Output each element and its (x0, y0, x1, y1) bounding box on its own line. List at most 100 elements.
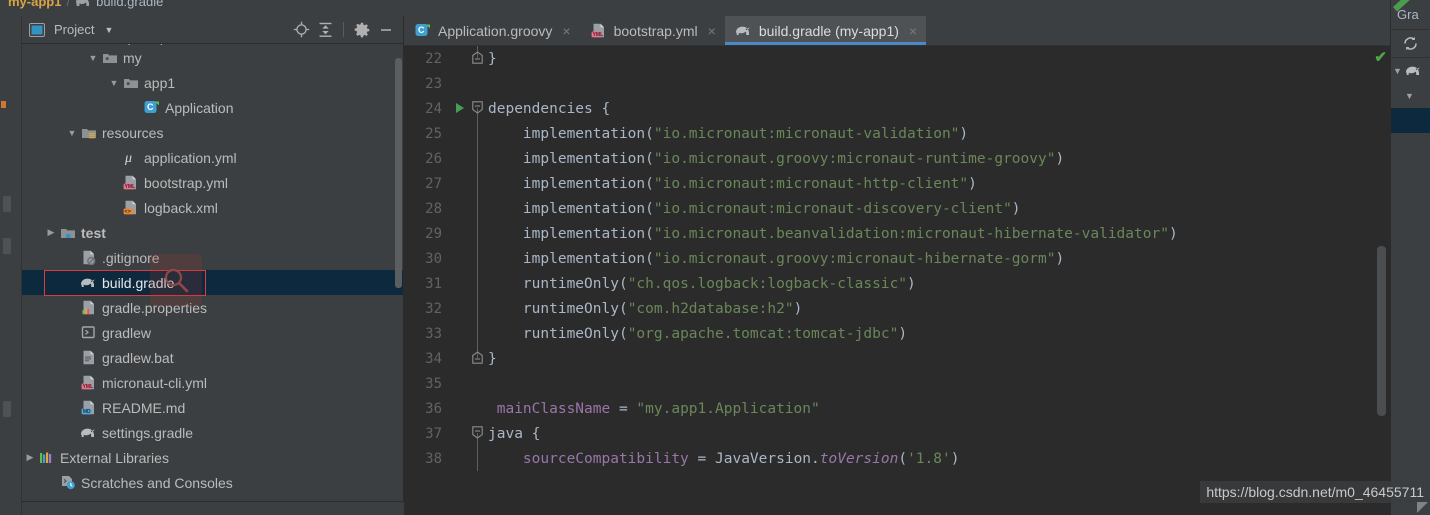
code-line[interactable]: 27 implementation("io.micronaut:micronau… (404, 171, 1390, 196)
editor-gutter[interactable] (452, 221, 488, 246)
code-line[interactable]: 34} (404, 346, 1390, 371)
editor-gutter[interactable] (452, 421, 488, 446)
fold-guide-line (477, 196, 478, 221)
fold-end-icon[interactable] (472, 51, 483, 64)
tree-item-application[interactable]: C Application (22, 95, 403, 120)
tree-item-test[interactable]: ▶ test (22, 220, 403, 245)
close-icon[interactable]: × (562, 23, 570, 39)
code-line[interactable]: 36 mainClassName = "my.app1.Application" (404, 396, 1390, 421)
editor-gutter[interactable] (452, 121, 488, 146)
close-icon[interactable]: × (909, 23, 917, 39)
breadcrumb-project[interactable]: my-app1 (8, 0, 61, 9)
left-toolwindow-stripe[interactable] (0, 16, 22, 515)
editor-gutter[interactable] (452, 71, 488, 96)
code-editor[interactable]: 22} 23 24 dependencies {25 implementation("… (404, 46, 1390, 515)
tree-item-scratches-and-consoles[interactable]: Scratches and Consoles (22, 470, 403, 495)
code-line[interactable]: 37 java { (404, 421, 1390, 446)
code-line[interactable]: 38 sourceCompatibility = JavaVersion.toV… (404, 446, 1390, 471)
gradle-tree[interactable]: ▼ ▼ (1391, 58, 1430, 133)
code-line[interactable]: 25 implementation("io.micronaut:micronau… (404, 121, 1390, 146)
gradle-tree-row[interactable]: ▼ (1391, 83, 1430, 108)
editor-tab-bootstrap-yml[interactable]: YML bootstrap.yml × (580, 16, 725, 45)
tree-item-readme-md[interactable]: MD README.md (22, 395, 403, 420)
chevron-down-icon[interactable]: ▼ (104, 25, 113, 35)
editor-gutter[interactable] (452, 321, 488, 346)
editor-gutter[interactable] (452, 196, 488, 221)
editor-tab-bar: C Application.groovy × YML bootstrap.yml × bui… (404, 16, 1390, 46)
stripe-button-structure[interactable] (3, 196, 11, 212)
tree-item-gradlew[interactable]: gradlew (22, 320, 403, 345)
code-line[interactable]: 32 runtimeOnly("com.h2database:h2") (404, 296, 1390, 321)
tree-item-my[interactable]: ▼ my (22, 45, 403, 70)
stripe-button-favorites[interactable] (3, 238, 11, 254)
fold-end-icon[interactable] (472, 351, 483, 364)
collapse-all-icon[interactable] (314, 19, 336, 41)
tree-item-app1[interactable]: ▼ app1 (22, 70, 403, 95)
chevron-down-icon[interactable]: ▼ (85, 50, 101, 66)
editor-gutter[interactable] (452, 171, 488, 196)
run-gradle-task-icon[interactable] (456, 103, 464, 113)
code-line[interactable]: 31 runtimeOnly("ch.qos.logback:logback-c… (404, 271, 1390, 296)
editor-tab-application-groovy[interactable]: C Application.groovy × (404, 16, 580, 45)
gradle-elephant-icon (735, 23, 753, 39)
editor-gutter[interactable] (452, 346, 488, 371)
tree-item-external-libraries[interactable]: ▶ External Libraries (22, 445, 403, 470)
tree-item-gradle-properties[interactable]: gradle.properties (22, 295, 403, 320)
chevron-down-icon[interactable]: ▼ (106, 75, 122, 91)
editor-gutter[interactable] (452, 446, 488, 471)
fold-expanded-icon[interactable] (472, 101, 483, 114)
chevron-right-icon[interactable]: ▶ (22, 450, 38, 466)
chevron-right-icon[interactable]: ▶ (43, 225, 59, 241)
stripe-button-bookmarks[interactable] (3, 401, 11, 417)
chevron-down-icon[interactable]: ▼ (1405, 91, 1414, 101)
breadcrumb-file[interactable]: build.gradle (96, 0, 163, 9)
project-panel-title[interactable]: Project ▼ (54, 22, 113, 37)
yml-file-icon: YML (80, 375, 98, 391)
close-icon[interactable]: × (708, 23, 716, 39)
locate-icon[interactable] (290, 19, 312, 41)
project-tree-scrollbar[interactable] (393, 16, 403, 487)
editor-gutter[interactable] (452, 271, 488, 296)
editor-gutter[interactable] (452, 396, 488, 421)
editor-gutter[interactable] (452, 371, 488, 396)
editor-right-rail[interactable]: ✔ (1368, 46, 1390, 515)
code-line[interactable]: 22} (404, 46, 1390, 71)
editor-gutter[interactable] (452, 96, 488, 121)
code-line[interactable]: 24 dependencies { (404, 96, 1390, 121)
editor-gutter[interactable] (452, 46, 488, 71)
tree-item-build-gradle[interactable]: build.gradle (22, 270, 403, 296)
code-line[interactable]: 35 (404, 371, 1390, 396)
chevron-down-icon[interactable]: ▼ (64, 125, 80, 141)
gear-icon[interactable] (351, 19, 373, 41)
editor-gutter[interactable] (452, 296, 488, 321)
editor-gutter[interactable] (452, 146, 488, 171)
gradle-toolbar (1391, 30, 1430, 58)
fold-expanded-icon[interactable] (472, 426, 483, 439)
refresh-icon[interactable] (1402, 35, 1419, 52)
chevron-down-icon[interactable]: ▼ (1393, 66, 1402, 76)
code-line[interactable]: 23 (404, 71, 1390, 96)
gradle-tree-row[interactable] (1391, 108, 1430, 133)
project-tree[interactable]: ▼groovy▼my▼app1CApplication▼resourcesμap… (22, 44, 403, 515)
code-line[interactable]: 30 implementation("io.micronaut.groovy:m… (404, 246, 1390, 271)
code-line[interactable]: 29 implementation("io.micronaut.beanvali… (404, 221, 1390, 246)
tree-item-gitignore[interactable]: .gitignore (22, 245, 403, 270)
tree-item-logback-xml[interactable]: <> logback.xml (22, 195, 403, 220)
tree-item-settings-gradle[interactable]: settings.gradle (22, 420, 403, 445)
gradle-tree-row[interactable]: ▼ (1391, 58, 1430, 83)
code-line[interactable]: 33 runtimeOnly("org.apache.tomcat:tomcat… (404, 321, 1390, 346)
code-token: implementation( (522, 250, 654, 267)
editor-gutter[interactable] (452, 246, 488, 271)
tree-item-application-yml[interactable]: μ application.yml (22, 145, 403, 170)
editor-scrollbar-thumb[interactable] (1377, 246, 1386, 416)
tree-item-micronaut-cli-yml[interactable]: YML micronaut-cli.yml (22, 370, 403, 395)
editor-tab-build-gradle-my-app1[interactable]: build.gradle (my-app1) × (724, 16, 927, 45)
tree-item-bootstrap-yml[interactable]: YML bootstrap.yml (22, 170, 403, 195)
code-line[interactable]: 28 implementation("io.micronaut:micronau… (404, 196, 1390, 221)
scrollbar-thumb[interactable] (395, 58, 402, 288)
gradle-elephant-icon (1405, 63, 1423, 79)
tree-item-gradlew-bat[interactable]: gradlew.bat (22, 345, 403, 370)
tree-item-resources[interactable]: ▼ resources (22, 120, 403, 145)
code-line[interactable]: 26 implementation("io.micronaut.groovy:m… (404, 146, 1390, 171)
inspection-ok-icon[interactable]: ✔ (1374, 48, 1387, 66)
